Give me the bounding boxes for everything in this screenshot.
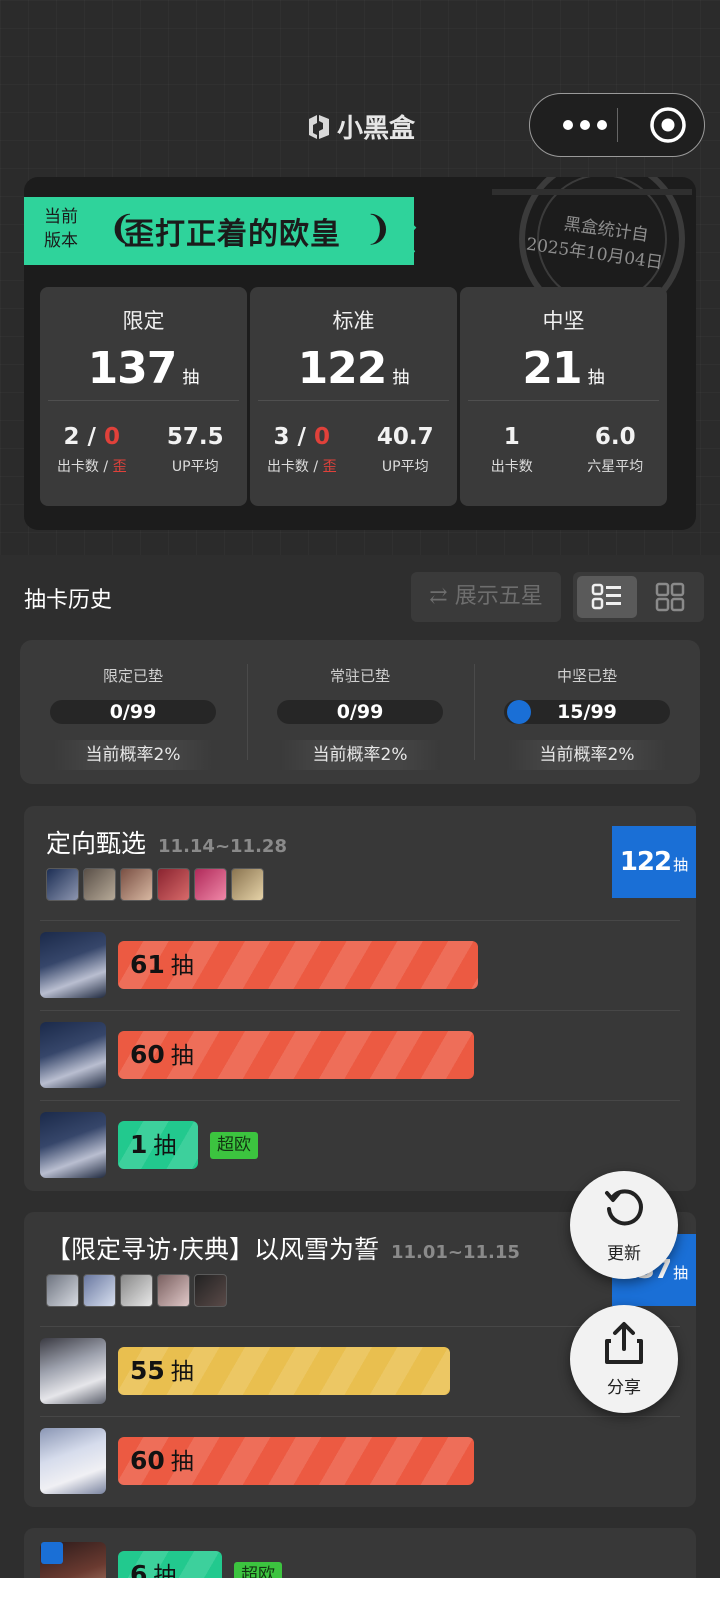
avatar xyxy=(194,868,227,901)
list-view-icon xyxy=(591,583,621,610)
avatar xyxy=(83,868,116,901)
stat-total: 21 抽 xyxy=(522,343,605,394)
pity-card: 限定已垫 0/99 当前概率2% 常驻已垫 0/99 当前概率2% 中坚已垫 1… xyxy=(20,640,700,784)
stat-avg: 57.5 UP平均 xyxy=(166,424,224,475)
pity-rate: 当前概率2% xyxy=(53,740,213,770)
stat-name: 标准 xyxy=(332,309,375,333)
banner-title: 歪打正着的欧皇 xyxy=(124,217,341,252)
share-label: 分享 xyxy=(607,1378,641,1398)
pity-rate: 当前概率2% xyxy=(507,740,667,770)
version-banner: 当前 版本 ❨ 歪打正着的欧皇 ❩ xyxy=(24,197,414,265)
stat-box-limited: 限定 137 抽 2 / 0 出卡数 / 歪 57.5 UP平均 xyxy=(40,287,247,506)
pool-name: 【限定寻访·庆典】以风雪为誓 11.01~11.15 xyxy=(46,1235,520,1264)
refresh-button[interactable]: 更新 xyxy=(570,1171,678,1279)
banner-label: 当前 版本 xyxy=(44,207,78,251)
pool-total-badge: 122 抽 xyxy=(612,826,696,898)
show-five-star-button[interactable]: ⇄ 展示五星 xyxy=(411,572,561,622)
share-button[interactable]: 分享 xyxy=(570,1305,678,1413)
pool-operators xyxy=(46,868,264,901)
stat-name: 中坚 xyxy=(542,309,585,333)
list-view-button[interactable] xyxy=(577,576,637,618)
pity-core: 中坚已垫 15/99 当前概率2% xyxy=(474,640,700,784)
refresh-label: 更新 xyxy=(607,1244,641,1264)
pull-bar: 1抽 xyxy=(118,1121,198,1169)
bottom-bar xyxy=(0,1578,720,1610)
mini-program-capsule xyxy=(529,93,705,157)
pool-operators xyxy=(46,1274,227,1307)
avatar xyxy=(40,1022,106,1088)
avatar xyxy=(231,868,264,901)
stat-cards: 2 / 0 出卡数 / 歪 xyxy=(56,424,127,475)
page: 小黑盒 黑盒统计自 2025年10月04日 当前 版本 ❨ 歪打正着的欧皇 ❩ xyxy=(0,0,720,1610)
rank-icon xyxy=(41,1542,63,1564)
grid-view-button[interactable] xyxy=(640,576,700,618)
pity-rate: 当前概率2% xyxy=(280,740,440,770)
pull-row: 61 抽 xyxy=(40,932,680,998)
pity-bar: 15/99 xyxy=(504,700,670,724)
avatar xyxy=(46,1274,79,1307)
avatar xyxy=(46,868,79,901)
app-title-text: 小黑盒 xyxy=(336,114,415,144)
pity-limited: 限定已垫 0/99 当前概率2% xyxy=(20,640,246,784)
pull-row: 1抽 超欧 xyxy=(40,1112,680,1178)
pool-name: 定向甄选 11.14~11.28 xyxy=(46,829,287,858)
avatar xyxy=(194,1274,227,1307)
stat-total: 122 抽 xyxy=(297,343,410,394)
capsule-divider xyxy=(617,108,618,142)
avatar xyxy=(157,1274,190,1307)
avatar xyxy=(40,1112,106,1178)
stat-avg: 40.7 UP平均 xyxy=(376,424,434,475)
target-icon xyxy=(650,106,686,143)
more-menu-button[interactable] xyxy=(552,94,618,155)
lucky-tag: 超欧 xyxy=(210,1132,258,1159)
share-icon xyxy=(605,1322,643,1364)
stat-cards: 3 / 0 出卡数 / 歪 xyxy=(266,424,337,475)
avatar xyxy=(40,1428,106,1494)
history-title: 抽卡历史 xyxy=(24,588,113,613)
heybox-logo-icon xyxy=(308,115,329,139)
pool-card[interactable]: 定向甄选 11.14~11.28 122 抽 61 抽 60 抽 1抽 超欧 xyxy=(24,806,696,1191)
pull-bar: 60 抽 xyxy=(118,1031,474,1079)
pull-row: 60 抽 xyxy=(40,1428,680,1494)
laurel-right-icon: ❩ xyxy=(364,209,393,249)
refresh-icon xyxy=(605,1189,643,1226)
avatar xyxy=(40,932,106,998)
pity-bar: 0/99 xyxy=(50,700,216,724)
stat-name: 限定 xyxy=(122,309,165,333)
avatar xyxy=(120,868,153,901)
pity-bar: 0/99 xyxy=(277,700,443,724)
avatar xyxy=(157,868,190,901)
stat-box-core: 中坚 21 抽 1 出卡数 6.0 六星平均 xyxy=(460,287,667,506)
avatar xyxy=(83,1274,116,1307)
pity-standard: 常驻已垫 0/99 当前概率2% xyxy=(247,640,473,784)
pull-bar: 55 抽 xyxy=(118,1347,450,1395)
stat-total: 137 抽 xyxy=(87,343,200,394)
stat-box-standard: 标准 122 抽 3 / 0 出卡数 / 歪 40.7 UP平均 xyxy=(250,287,457,506)
avatar xyxy=(120,1274,153,1307)
stat-avg: 6.0 六星平均 xyxy=(587,424,644,475)
pull-bar: 61 抽 xyxy=(118,941,478,989)
stat-cards: 1 出卡数 xyxy=(490,424,533,475)
view-toggle xyxy=(573,572,704,622)
grid-view-icon xyxy=(655,582,685,612)
pull-bar: 60 抽 xyxy=(118,1437,474,1485)
summary-card: 黑盒统计自 2025年10月04日 当前 版本 ❨ 歪打正着的欧皇 ❩ 限定 1… xyxy=(24,177,696,530)
close-target-button[interactable] xyxy=(643,94,693,155)
pull-row: 60 抽 xyxy=(40,1022,680,1088)
avatar xyxy=(40,1338,106,1404)
